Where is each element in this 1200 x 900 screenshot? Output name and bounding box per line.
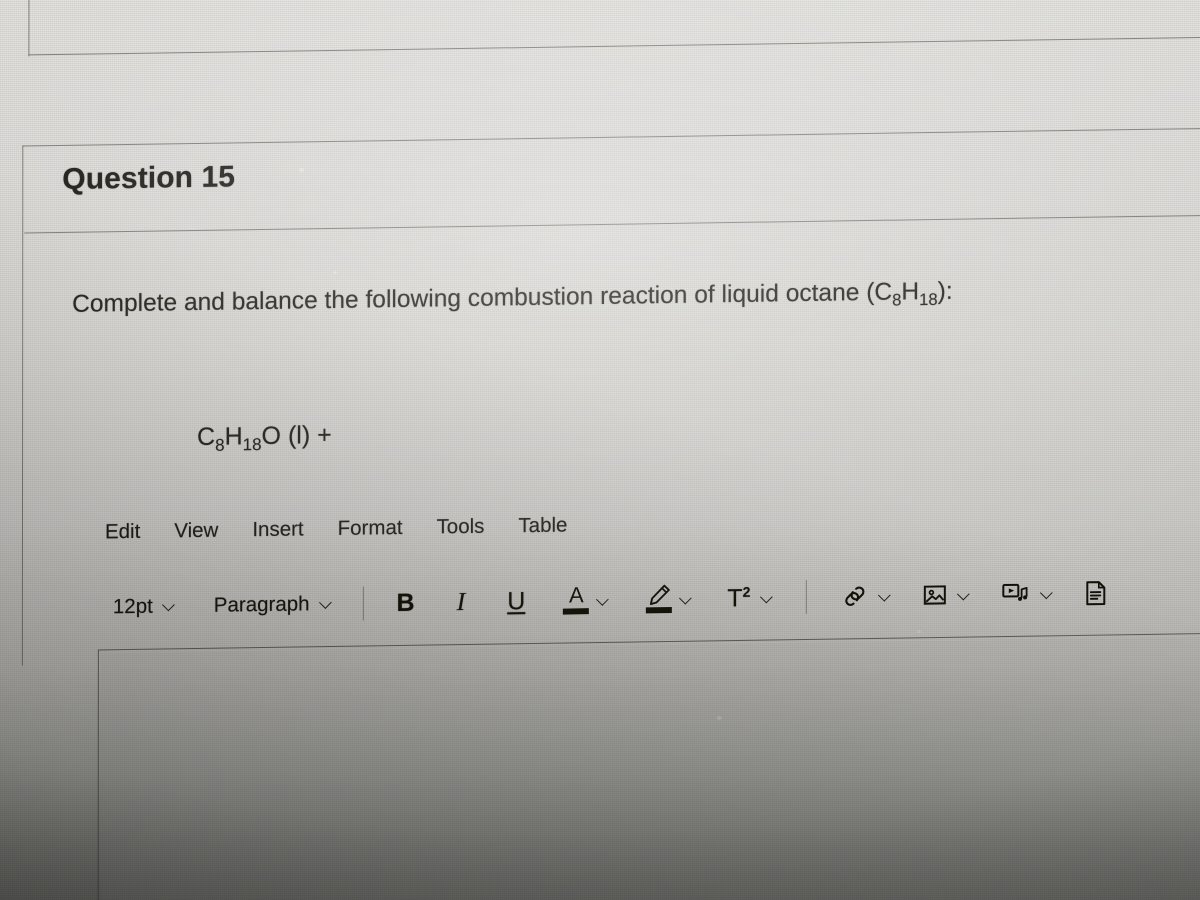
toolbar-divider-2 [805, 579, 807, 614]
superscript-button[interactable]: T2 [727, 583, 751, 613]
document-icon [1083, 579, 1107, 606]
highlight-color-button[interactable] [646, 584, 673, 614]
highlight-color-dropdown[interactable] [680, 592, 693, 605]
link-dropdown[interactable] [878, 589, 891, 602]
upper-panel-bottom-border [28, 36, 1200, 56]
screenshot-photo: Question 15 Complete and balance the fol… [0, 0, 1200, 900]
upper-panel-left-border [28, 0, 30, 57]
media-dropdown[interactable] [1040, 587, 1053, 600]
menu-item-format[interactable]: Format [338, 516, 403, 541]
page-title: Question 15 [62, 160, 236, 196]
chevron-down-icon [760, 591, 773, 604]
text-color-dropdown[interactable] [597, 593, 610, 606]
menu-item-tools[interactable]: Tools [437, 515, 485, 540]
highlighter-pen-glyph [646, 584, 672, 605]
superscript-dropdown[interactable] [760, 591, 773, 604]
media-button[interactable] [1000, 581, 1030, 607]
text-color-button[interactable]: A [563, 582, 590, 615]
italic-button[interactable]: I [456, 587, 466, 617]
menu-item-view[interactable]: View [174, 519, 218, 544]
question-prompt-suffix: ): [937, 277, 953, 305]
block-format-select[interactable]: Paragraph [214, 592, 333, 618]
octane-hydrogen-symbol: H [901, 278, 920, 306]
bold-icon: B [396, 588, 415, 617]
highlight-color-swatch-bar [646, 606, 673, 614]
text-color-icon: A [563, 582, 590, 615]
question-card-left-border [21, 145, 24, 666]
superscript-exponent: 2 [742, 583, 751, 600]
octane-hydrogen-subscript: 18 [919, 289, 938, 310]
menu-item-edit[interactable]: Edit [105, 520, 140, 545]
chevron-down-icon [163, 599, 176, 612]
superscript-base: T [727, 584, 743, 613]
formula-carbon-subscript: 8 [215, 435, 225, 455]
underline-icon: U [507, 586, 526, 615]
chevron-down-icon [320, 597, 333, 610]
image-dropdown[interactable] [957, 588, 970, 601]
image-button[interactable] [921, 583, 947, 607]
question-prompt-prefix: Complete and balance the following combu… [72, 278, 893, 318]
menu-item-table[interactable]: Table [518, 513, 567, 538]
formula-hydrogen-subscript: 18 [242, 435, 262, 455]
question-card-top-border [22, 127, 1200, 147]
chevron-down-icon [878, 589, 891, 602]
document-button[interactable] [1083, 579, 1107, 606]
underline-button[interactable]: U [507, 586, 526, 615]
link-icon [840, 584, 868, 608]
chevron-down-icon [597, 593, 610, 606]
chevron-down-icon [957, 588, 970, 601]
editor-toolbar: 12pt Paragraph B I U A T2 [113, 569, 1200, 629]
question-prompt-text: Complete and balance the following combu… [72, 278, 953, 323]
superscript-icon: T2 [727, 583, 751, 613]
formula-hydrogen-symbol: H [224, 422, 243, 451]
editor-menubar: Edit View Insert Format Tools Table [105, 513, 567, 544]
link-button[interactable] [840, 584, 868, 608]
font-size-select[interactable]: 12pt [113, 594, 176, 619]
question-card-header-divider [24, 214, 1200, 234]
font-size-value: 12pt [112, 594, 153, 619]
formula-carbon-symbol: C [197, 422, 216, 451]
octane-carbon-subscript: 8 [892, 290, 902, 310]
chevron-down-icon [1040, 587, 1053, 600]
text-color-letter: A [568, 582, 584, 608]
page-content-plane: Question 15 Complete and balance the fol… [0, 0, 1200, 900]
image-icon [921, 583, 947, 607]
block-format-value: Paragraph [213, 592, 310, 617]
media-icon [1000, 581, 1030, 601]
italic-icon: I [456, 587, 466, 617]
bold-button[interactable]: B [396, 588, 415, 617]
toolbar-divider-1 [362, 586, 364, 621]
highlight-color-icon [646, 584, 673, 614]
text-color-swatch-bar [563, 608, 590, 615]
reaction-formula-text: C8H18O (l) + [197, 421, 332, 456]
chevron-down-icon [680, 592, 693, 605]
editor-content-area[interactable] [97, 632, 1200, 900]
formula-tail: O (l) + [261, 420, 332, 451]
menu-item-insert[interactable]: Insert [252, 517, 303, 542]
